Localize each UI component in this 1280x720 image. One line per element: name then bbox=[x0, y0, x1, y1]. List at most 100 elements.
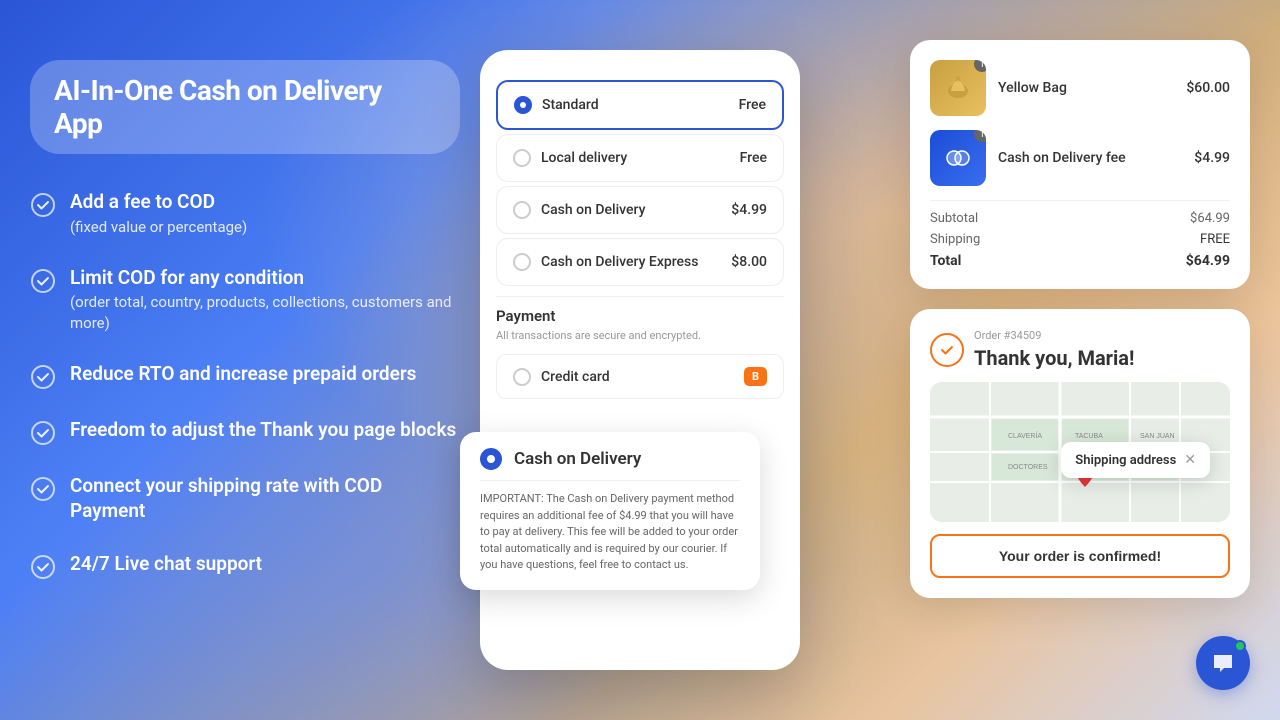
product-row-cash-on-delivery-fee: 1 Cash on Delivery fee $4.99 bbox=[930, 130, 1230, 186]
svg-text:TACUBA: TACUBA bbox=[1075, 433, 1103, 440]
option-label-local: Local delivery bbox=[541, 150, 627, 166]
tooltip-close-icon[interactable]: ✕ bbox=[1184, 452, 1196, 468]
feature-item-fee: Add a fee to COD (fixed value or percent… bbox=[30, 190, 460, 238]
check-circle-icon bbox=[30, 554, 56, 580]
order-number: Order #34509 bbox=[974, 329, 1134, 342]
product-img: 1 bbox=[930, 60, 986, 116]
feature-item-rto: Reduce RTO and increase prepaid orders bbox=[30, 362, 460, 390]
feature-item-limit: Limit COD for any condition (order total… bbox=[30, 266, 460, 335]
app-title: AI-In-One Cash on Delivery App bbox=[54, 74, 382, 140]
feature-main-limit: Limit COD for any condition bbox=[70, 266, 460, 291]
product-row-yellow-bag: 1 Yellow Bag $60.00 bbox=[930, 60, 1230, 116]
subtotal-value: $64.99 bbox=[1190, 211, 1230, 226]
product-name: Cash on Delivery fee bbox=[998, 150, 1126, 166]
option-left-cod: Cash on Delivery bbox=[513, 201, 645, 219]
feature-sub-fee: (fixed value or percentage) bbox=[70, 217, 247, 238]
total-value: $64.99 bbox=[1186, 253, 1230, 269]
check-circle-icon bbox=[30, 268, 56, 294]
check-circle-icon bbox=[930, 333, 964, 367]
order-summary-card: 1 Yellow Bag $60.00 1 Cash on Delivery f… bbox=[910, 40, 1250, 289]
braintree-badge: B bbox=[744, 367, 767, 386]
cod-float-card: Cash on Delivery IMPORTANT: The Cash on … bbox=[460, 432, 760, 590]
option-price-local: Free bbox=[740, 150, 767, 166]
shipping-value: FREE bbox=[1200, 232, 1230, 247]
feature-main-thankyou: Freedom to adjust the Thank you page blo… bbox=[70, 418, 456, 443]
feature-main-shipping: Connect your shipping rate with COD Paym… bbox=[70, 474, 460, 523]
payment-section: Payment All transactions are secure and … bbox=[480, 307, 800, 399]
credit-card-row[interactable]: Credit card B bbox=[496, 354, 784, 399]
product-left: 1 Yellow Bag bbox=[930, 60, 1067, 116]
thankyou-card: Order #34509 Thank you, Maria! bbox=[910, 309, 1250, 598]
credit-card-radio bbox=[513, 368, 531, 386]
radio-cod_express bbox=[513, 253, 531, 271]
divider-1 bbox=[496, 296, 784, 297]
feature-text-rto: Reduce RTO and increase prepaid orders bbox=[70, 362, 416, 387]
radio-local bbox=[513, 149, 531, 167]
chat-icon bbox=[1210, 650, 1236, 676]
check-circle-icon bbox=[30, 364, 56, 390]
product-price: $4.99 bbox=[1194, 150, 1230, 166]
svg-text:CLAVERÍA: CLAVERÍA bbox=[1008, 431, 1042, 440]
shipping-option-standard[interactable]: Standard Free bbox=[496, 80, 784, 130]
feature-main-fee: Add a fee to COD bbox=[70, 190, 247, 215]
radio-standard bbox=[514, 96, 532, 114]
option-left-standard: Standard bbox=[514, 96, 599, 114]
thankyou-title-group: Order #34509 Thank you, Maria! bbox=[974, 329, 1134, 370]
cod-note: IMPORTANT: The Cash on Delivery payment … bbox=[480, 480, 740, 574]
cod-radio bbox=[480, 448, 502, 470]
svg-text:DOCTORES: DOCTORES bbox=[1008, 464, 1048, 471]
feature-main-support: 24/7 Live chat support bbox=[70, 552, 262, 577]
shipping-option-cod_express[interactable]: Cash on Delivery Express $8.00 bbox=[496, 238, 784, 286]
feature-text-thankyou: Freedom to adjust the Thank you page blo… bbox=[70, 418, 456, 443]
product-img: 1 bbox=[930, 130, 986, 186]
option-price-standard: Free bbox=[739, 97, 766, 113]
phone-mockup: Standard Free Local delivery Free Cash o… bbox=[480, 50, 800, 670]
feature-item-support: 24/7 Live chat support bbox=[30, 552, 460, 580]
thankyou-title: Thank you, Maria! bbox=[974, 346, 1134, 370]
option-left-cod_express: Cash on Delivery Express bbox=[513, 253, 698, 271]
product-price: $60.00 bbox=[1186, 80, 1230, 96]
feature-text-shipping: Connect your shipping rate with COD Paym… bbox=[70, 474, 460, 523]
subtotal-row: Subtotal $64.99 bbox=[930, 211, 1230, 226]
shipping-address-label: Shipping address bbox=[1075, 453, 1176, 468]
svg-text:SAN JUAN: SAN JUAN bbox=[1140, 433, 1175, 440]
right-panels: 1 Yellow Bag $60.00 1 Cash on Delivery f… bbox=[910, 40, 1250, 598]
thankyou-header: Order #34509 Thank you, Maria! bbox=[930, 329, 1230, 370]
total-label: Total bbox=[930, 253, 961, 269]
feature-sub-limit: (order total, country, products, collect… bbox=[70, 292, 460, 334]
option-price-cod_express: $8.00 bbox=[731, 254, 767, 270]
feature-main-rto: Reduce RTO and increase prepaid orders bbox=[70, 362, 416, 387]
option-label-standard: Standard bbox=[542, 97, 599, 113]
shipping-row: Shipping FREE bbox=[930, 232, 1230, 247]
left-panel: AI-In-One Cash on Delivery App Add a fee… bbox=[30, 60, 460, 580]
option-left-local: Local delivery bbox=[513, 149, 627, 167]
chat-button[interactable] bbox=[1196, 636, 1250, 690]
feature-text-fee: Add a fee to COD (fixed value or percent… bbox=[70, 190, 247, 238]
cod-row: Cash on Delivery bbox=[480, 448, 740, 470]
credit-card-label: Credit card bbox=[541, 369, 610, 385]
option-price-cod: $4.99 bbox=[731, 202, 767, 218]
summary-section: Subtotal $64.99 Shipping FREE Total $64.… bbox=[930, 211, 1230, 269]
radio-cod bbox=[513, 201, 531, 219]
product-left: 1 Cash on Delivery fee bbox=[930, 130, 1126, 186]
shipping-label: Shipping bbox=[930, 232, 980, 247]
payment-subtitle: All transactions are secure and encrypte… bbox=[496, 329, 784, 342]
shipping-option-cod[interactable]: Cash on Delivery $4.99 bbox=[496, 186, 784, 234]
feature-text-support: 24/7 Live chat support bbox=[70, 552, 262, 577]
confirmed-button[interactable]: Your order is confirmed! bbox=[930, 534, 1230, 578]
feature-item-shipping: Connect your shipping rate with COD Paym… bbox=[30, 474, 460, 523]
shipping-option-local[interactable]: Local delivery Free bbox=[496, 134, 784, 182]
total-row: Total $64.99 bbox=[930, 253, 1230, 269]
order-divider bbox=[930, 200, 1230, 201]
credit-card-left: Credit card bbox=[513, 368, 610, 386]
shipping-tooltip: Shipping address ✕ bbox=[1061, 442, 1210, 478]
check-circle-icon bbox=[30, 476, 56, 502]
feature-text-limit: Limit COD for any condition (order total… bbox=[70, 266, 460, 335]
shipping-options: Standard Free Local delivery Free Cash o… bbox=[480, 70, 800, 286]
check-circle-icon bbox=[30, 420, 56, 446]
option-label-cod: Cash on Delivery bbox=[541, 202, 645, 218]
cod-label: Cash on Delivery bbox=[514, 449, 641, 469]
check-circle-icon bbox=[30, 192, 56, 218]
app-title-badge: AI-In-One Cash on Delivery App bbox=[30, 60, 460, 154]
product-name: Yellow Bag bbox=[998, 80, 1067, 96]
